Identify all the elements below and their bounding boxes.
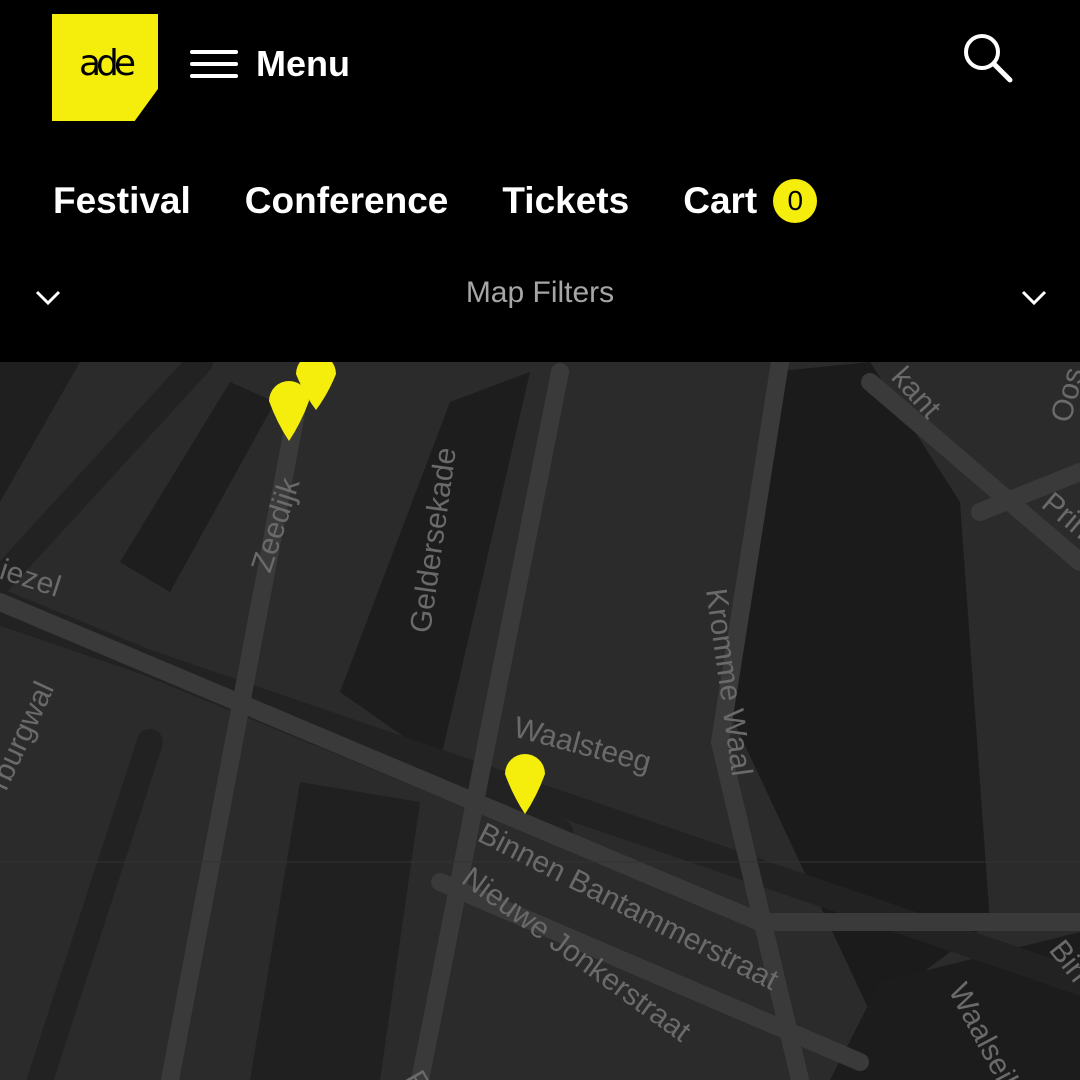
cart-label: Cart — [683, 180, 758, 221]
chevron-down-icon[interactable] — [1021, 290, 1047, 306]
map-filters-label: Map Filters — [465, 276, 615, 309]
nav-festival[interactable]: Festival — [53, 180, 191, 222]
map-filters-toggle[interactable]: Map Filters — [0, 268, 1080, 324]
logo-text: ade — [78, 43, 136, 84]
top-header: ade Menu Festival Conference Tickets Car… — [0, 0, 1080, 362]
menu-button[interactable]: Menu — [190, 40, 350, 88]
nav-conference[interactable]: Conference — [245, 180, 449, 222]
menu-label: Menu — [256, 43, 350, 84]
nav-cart[interactable]: Cart 0 — [683, 179, 818, 223]
nav-tickets[interactable]: Tickets — [502, 180, 629, 222]
ade-logo[interactable]: ade — [52, 14, 158, 121]
map-view[interactable]: Zeedijk Geldersekade Kromme Waal Waalste… — [0, 362, 1080, 1080]
hamburger-icon — [190, 48, 238, 80]
cart-count-badge: 0 — [773, 179, 818, 223]
main-nav: Festival Conference Tickets Cart 0 — [53, 176, 871, 226]
search-icon[interactable] — [960, 30, 1016, 86]
